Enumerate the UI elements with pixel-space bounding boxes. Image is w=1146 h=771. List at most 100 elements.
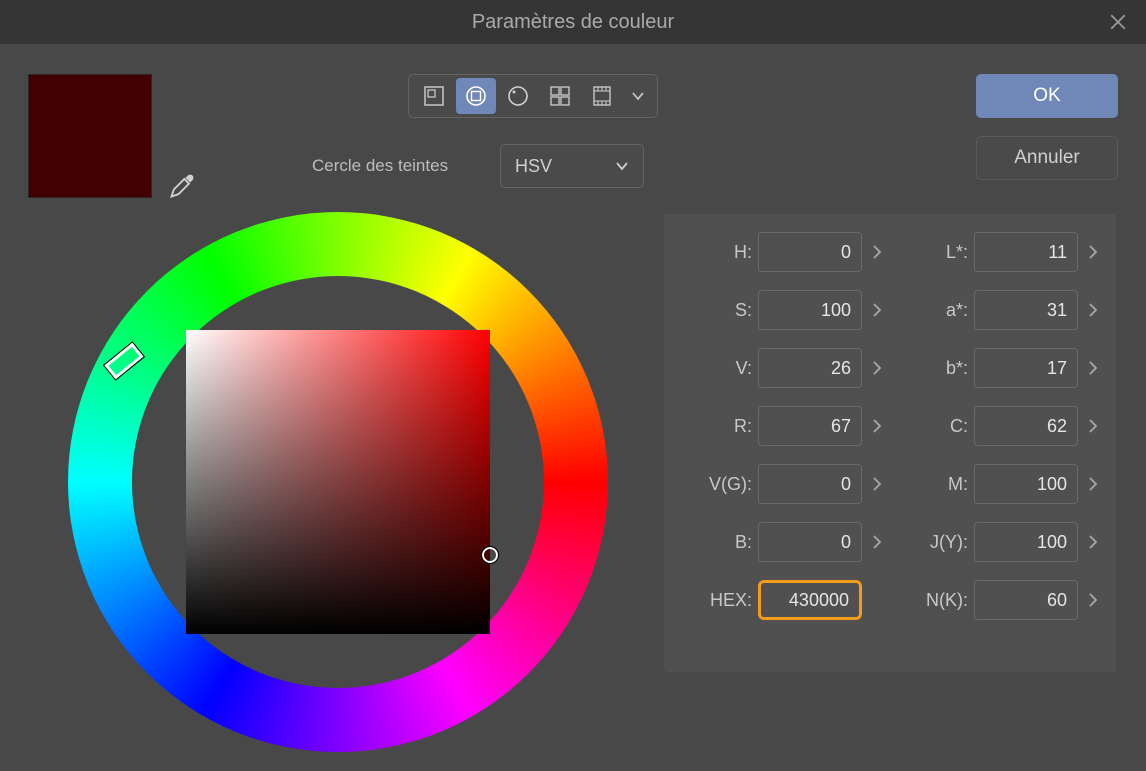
hex-input[interactable]: 430000: [758, 580, 862, 620]
c-input[interactable]: 62: [974, 406, 1078, 446]
r-row: R: 67: [678, 406, 886, 446]
r-step[interactable]: [868, 418, 886, 434]
swatches-icon: [549, 85, 571, 107]
hue-ring[interactable]: [68, 212, 608, 752]
close-button[interactable]: [1104, 8, 1132, 36]
h-label: H:: [734, 242, 752, 263]
nk-label: N(K):: [926, 590, 968, 611]
color-settings-dialog: Paramètres de couleur: [0, 0, 1146, 771]
dialog-body: Cercle des teintes HSV OK Annuler: [0, 44, 1146, 771]
m-input[interactable]: 100: [974, 464, 1078, 504]
m-label: M:: [948, 474, 968, 495]
ok-button[interactable]: OK: [976, 74, 1118, 118]
r-input[interactable]: 67: [758, 406, 862, 446]
chevron-right-icon: [872, 244, 882, 260]
astar-input[interactable]: 31: [974, 290, 1078, 330]
eyedropper-button[interactable]: [168, 172, 196, 200]
sv-cursor[interactable]: [482, 547, 498, 563]
bstar-label: b*:: [946, 358, 968, 379]
color-model-value: HSV: [515, 156, 552, 177]
color-picker-area: [68, 212, 608, 752]
chevron-right-icon: [872, 476, 882, 492]
s-row: S: 100: [678, 290, 886, 330]
chevron-down-icon: [615, 159, 629, 173]
chevron-right-icon: [1088, 592, 1098, 608]
bstar-step[interactable]: [1084, 360, 1102, 376]
b-label: B:: [735, 532, 752, 553]
close-icon: [1109, 13, 1127, 31]
chevron-right-icon: [872, 418, 882, 434]
picker-mode-toolbar: [408, 74, 658, 118]
mode-circle-button[interactable]: [498, 78, 538, 114]
nk-input[interactable]: 60: [974, 580, 1078, 620]
r-label: R:: [734, 416, 752, 437]
chevron-right-icon: [872, 360, 882, 376]
color-swatch[interactable]: [28, 74, 152, 198]
toolbar-dropdown[interactable]: [623, 78, 653, 114]
h-input[interactable]: 0: [758, 232, 862, 272]
s-label: S:: [735, 300, 752, 321]
c-step[interactable]: [1084, 418, 1102, 434]
c-label: C:: [950, 416, 968, 437]
h-step[interactable]: [868, 244, 886, 260]
chevron-right-icon: [872, 534, 882, 550]
hex-label: HEX:: [710, 590, 752, 611]
chevron-right-icon: [1088, 476, 1098, 492]
mode-ring-button[interactable]: [456, 78, 496, 114]
color-values-panel: H: 0 L*: 11 S: 100 a*: 31: [664, 214, 1116, 672]
chevron-right-icon: [1088, 360, 1098, 376]
sv-square[interactable]: [186, 330, 490, 634]
mode-filmstrip-button[interactable]: [582, 78, 622, 114]
jy-step[interactable]: [1084, 534, 1102, 550]
v-input[interactable]: 26: [758, 348, 862, 388]
bstar-input[interactable]: 17: [974, 348, 1078, 388]
color-model-select[interactable]: HSV: [500, 144, 644, 188]
mode-square-button[interactable]: [414, 78, 454, 114]
vg-row: V(G): 0: [678, 464, 886, 504]
v-label: V:: [736, 358, 752, 379]
nk-step[interactable]: [1084, 592, 1102, 608]
chevron-right-icon: [872, 302, 882, 318]
ring-icon: [465, 85, 487, 107]
vg-step[interactable]: [868, 476, 886, 492]
s-input[interactable]: 100: [758, 290, 862, 330]
titlebar: Paramètres de couleur: [0, 0, 1146, 44]
b-row: B: 0: [678, 522, 886, 562]
astar-row: a*: 31: [894, 290, 1102, 330]
v-step[interactable]: [868, 360, 886, 376]
b-input[interactable]: 0: [758, 522, 862, 562]
chevron-right-icon: [1088, 302, 1098, 318]
lstar-label: L*:: [946, 242, 968, 263]
h-row: H: 0: [678, 232, 886, 272]
hex-row: HEX: 430000: [678, 580, 886, 620]
vg-label: V(G):: [709, 474, 752, 495]
chevron-right-icon: [1088, 244, 1098, 260]
bstar-row: b*: 17: [894, 348, 1102, 388]
c-row: C: 62: [894, 406, 1102, 446]
square-icon: [423, 85, 445, 107]
nk-row: N(K): 60: [894, 580, 1102, 620]
v-row: V: 26: [678, 348, 886, 388]
s-step[interactable]: [868, 302, 886, 318]
hue-handle[interactable]: [104, 343, 143, 380]
lstar-input[interactable]: 11: [974, 232, 1078, 272]
astar-label: a*:: [946, 300, 968, 321]
jy-input[interactable]: 100: [974, 522, 1078, 562]
lstar-step[interactable]: [1084, 244, 1102, 260]
mode-swatches-button[interactable]: [540, 78, 580, 114]
chevron-right-icon: [1088, 534, 1098, 550]
m-step[interactable]: [1084, 476, 1102, 492]
jy-label: J(Y):: [930, 532, 968, 553]
chevron-down-icon: [631, 89, 645, 103]
chevron-right-icon: [1088, 418, 1098, 434]
dialog-title: Paramètres de couleur: [472, 11, 674, 34]
astar-step[interactable]: [1084, 302, 1102, 318]
cancel-button[interactable]: Annuler: [976, 136, 1118, 180]
cancel-label: Annuler: [1014, 147, 1080, 169]
m-row: M: 100: [894, 464, 1102, 504]
tint-ring-label: Cercle des teintes: [312, 156, 448, 176]
circle-icon: [507, 85, 529, 107]
eyedropper-icon: [168, 172, 196, 200]
b-step[interactable]: [868, 534, 886, 550]
vg-input[interactable]: 0: [758, 464, 862, 504]
